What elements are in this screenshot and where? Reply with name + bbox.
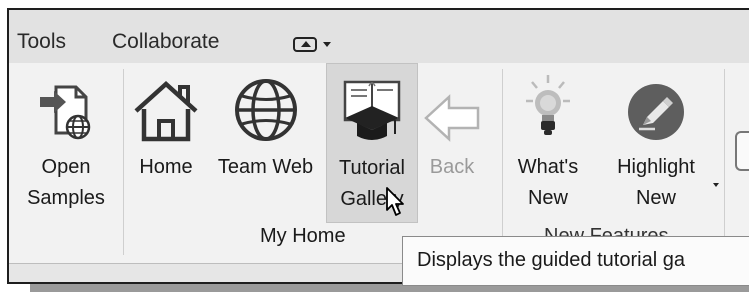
whats-new-button[interactable]: What's New [507, 63, 589, 223]
menu-bar: Tools Collaborate [9, 10, 749, 63]
menu-collaborate[interactable]: Collaborate [112, 30, 219, 54]
panel-toggle-icon [293, 36, 317, 52]
search-box[interactable] [735, 131, 749, 171]
back-arrow-icon [423, 69, 481, 143]
tutorial-gallery-icon [339, 70, 405, 144]
home-icon [131, 69, 201, 143]
whats-new-label: What's New [517, 156, 579, 209]
open-samples-icon [38, 69, 94, 143]
tooltip: Displays the guided tutorial ga [402, 236, 749, 286]
lightbulb-icon [525, 69, 571, 143]
open-samples-button[interactable]: Open Samples [12, 63, 120, 223]
back-label: Back [429, 156, 475, 178]
tooltip-text: Displays the guided tutorial ga [417, 249, 685, 271]
home-button[interactable]: Home [127, 63, 205, 223]
panel-title-my-home: My Home [260, 225, 346, 247]
back-button[interactable]: Back [421, 63, 483, 223]
mouse-pointer-icon [384, 186, 408, 223]
panel-divider [502, 69, 503, 255]
highlight-new-button[interactable]: Highlight New [597, 63, 715, 223]
highlight-new-label: Highlight New [617, 156, 695, 209]
open-samples-label: Open Samples [27, 156, 105, 209]
team-web-label: Team Web [217, 156, 314, 178]
quick-access-toggle-button[interactable] [293, 34, 335, 54]
panel-divider [724, 69, 725, 255]
dropdown-arrow-icon[interactable] [713, 183, 719, 187]
home-label: Home [139, 156, 193, 178]
team-web-button[interactable]: Team Web [208, 63, 323, 223]
highlight-icon [625, 69, 687, 143]
panel-divider [123, 69, 124, 255]
globe-icon [233, 69, 299, 143]
menu-tools[interactable]: Tools [17, 30, 66, 54]
chevron-down-icon [323, 41, 331, 47]
ribbon: Open Samples Home Team Web Tutorial Gall… [9, 63, 749, 263]
